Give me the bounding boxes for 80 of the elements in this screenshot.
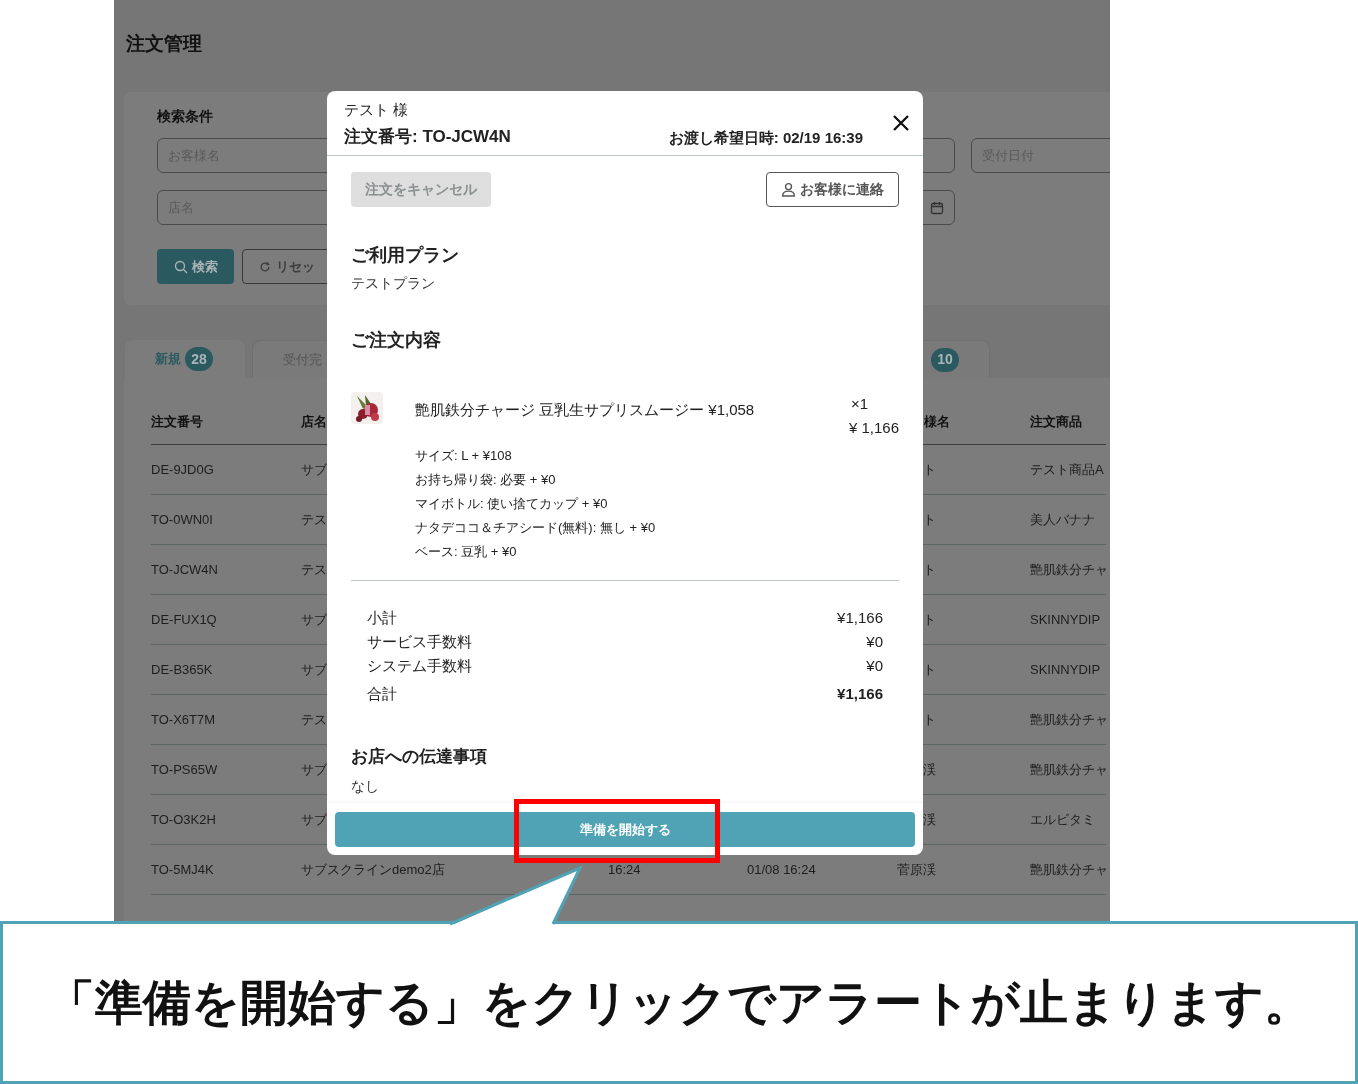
table-cell-text: ト	[923, 710, 937, 729]
table-cell-text: 渓	[923, 760, 937, 779]
column-header: 店名	[301, 413, 328, 432]
table-cell-text: 艶肌鉄分チャ	[1030, 760, 1108, 779]
section-heading: ご利用プラン	[351, 244, 459, 267]
table-cell-text: テスト商品A	[1030, 460, 1104, 479]
start-preparing-button[interactable]: 準備を開始する	[335, 812, 915, 847]
notes-text: なし	[351, 777, 379, 796]
table-cell-text: サブ	[301, 660, 327, 679]
table-cell-text: DE-9JD0G	[151, 460, 214, 479]
table-cell-text: DE-FUX1Q	[151, 610, 217, 629]
total-label: 小計	[367, 608, 397, 628]
table-cell-text: 01/08 16:24	[747, 860, 816, 879]
section-heading: ご注文内容	[351, 329, 441, 352]
close-icon	[892, 114, 910, 132]
table-cell-text: DE-B365K	[151, 660, 213, 679]
total-label: サービス手数料	[367, 632, 472, 652]
close-button[interactable]	[892, 114, 910, 132]
item-name: 艶肌鉄分チャージ 豆乳生サプリスムージー ¥1,058	[415, 400, 755, 420]
table-cell-text: 艶肌鉄分チャ	[1030, 710, 1108, 729]
total-label: 合計	[367, 684, 397, 704]
table-cell-text: TO-X6T7M	[151, 710, 216, 729]
search-icon	[173, 259, 188, 274]
table-cell-text: サブ	[301, 810, 327, 829]
table-cell-text: ト	[923, 610, 937, 629]
table-cell-text: SKINNYDIP	[1030, 610, 1101, 629]
table-cell-text: 菅原渓	[897, 860, 937, 879]
total-label: システム手数料	[367, 656, 472, 676]
item-option: ベース: 豆乳 + ¥0	[415, 540, 517, 564]
column-header: 注文番号	[151, 413, 204, 432]
table-cell-text: 艶肌鉄分チャ	[1030, 860, 1108, 879]
contact-button[interactable]: お客様に連絡	[766, 172, 899, 207]
column-header: 注文商品	[1030, 413, 1083, 432]
plan-name: テストプラン	[351, 274, 435, 293]
item-option: ナタデココ＆チアシード(無料): 無し + ¥0	[415, 516, 656, 540]
item-price: ¥ 1,166	[848, 418, 899, 438]
page-title: 注文管理	[126, 33, 202, 54]
item-option: サイズ: L + ¥108	[415, 444, 512, 468]
tab[interactable]: 新規 28	[125, 340, 245, 378]
total-value: ¥0	[866, 656, 883, 676]
count-badge: 28	[185, 347, 213, 371]
table-cell-text: TO-5MJ4K	[151, 860, 214, 879]
callout-text: 「準備を開始する」をクリックでアラートが止まります。	[46, 974, 1312, 1031]
total-value: ¥1,166	[837, 608, 883, 628]
table-cell-text: ト	[923, 660, 937, 679]
table-cell-text: 16:24	[608, 860, 641, 879]
table-cell-text: テス	[301, 560, 327, 579]
table-cell-text: ト	[923, 510, 937, 529]
order-number: 注文番号: TO-JCW4N	[344, 126, 511, 148]
table-cell-text: ト	[923, 560, 937, 579]
table-cell-text: サブ	[301, 610, 327, 629]
person-icon	[781, 182, 796, 197]
table-cell-text: サブスクラインdemo2店	[301, 860, 445, 879]
total-value: ¥1,166	[837, 684, 883, 704]
table-cell-text: TO-PS65W	[151, 760, 218, 779]
item-quantity: ×1	[850, 394, 869, 414]
customer-name: テスト 様	[344, 100, 409, 120]
table-cell-text: テス	[301, 710, 327, 729]
section-heading: お店への伝達事項	[351, 746, 487, 768]
count-badge: 10	[931, 347, 959, 372]
table-cell-text: SKINNYDIP	[1030, 660, 1101, 679]
table-cell-text: サブ	[301, 760, 327, 779]
refresh-icon	[259, 260, 271, 273]
table-cell-text: ト	[923, 460, 937, 479]
table-cell-text: 渓	[923, 810, 937, 829]
item-option: マイボトル: 使い捨てカップ + ¥0	[415, 492, 608, 516]
table-cell-text: 美人バナナ	[1030, 510, 1095, 529]
pickup-time: お渡し希望日時: 02/19 16:39	[668, 128, 863, 148]
table-cell-text: エルビタミ	[1030, 810, 1095, 829]
table-cell-text: 艶肌鉄分チャ	[1030, 560, 1108, 579]
calendar-icon	[930, 200, 944, 215]
table-cell-text: テス	[301, 510, 327, 529]
table-cell-text: TO-0WN0I	[151, 510, 213, 529]
table-cell-text: TO-JCW4N	[151, 560, 218, 579]
total-value: ¥0	[866, 632, 883, 652]
table-cell-text: TO-O3K2H	[151, 810, 216, 829]
table-cell-text: サブ	[301, 460, 327, 479]
search-button[interactable]: 検索	[157, 249, 234, 284]
search-heading: 検索条件	[157, 107, 213, 126]
item-option: お持ち帰り袋: 必要 + ¥0	[415, 468, 556, 492]
